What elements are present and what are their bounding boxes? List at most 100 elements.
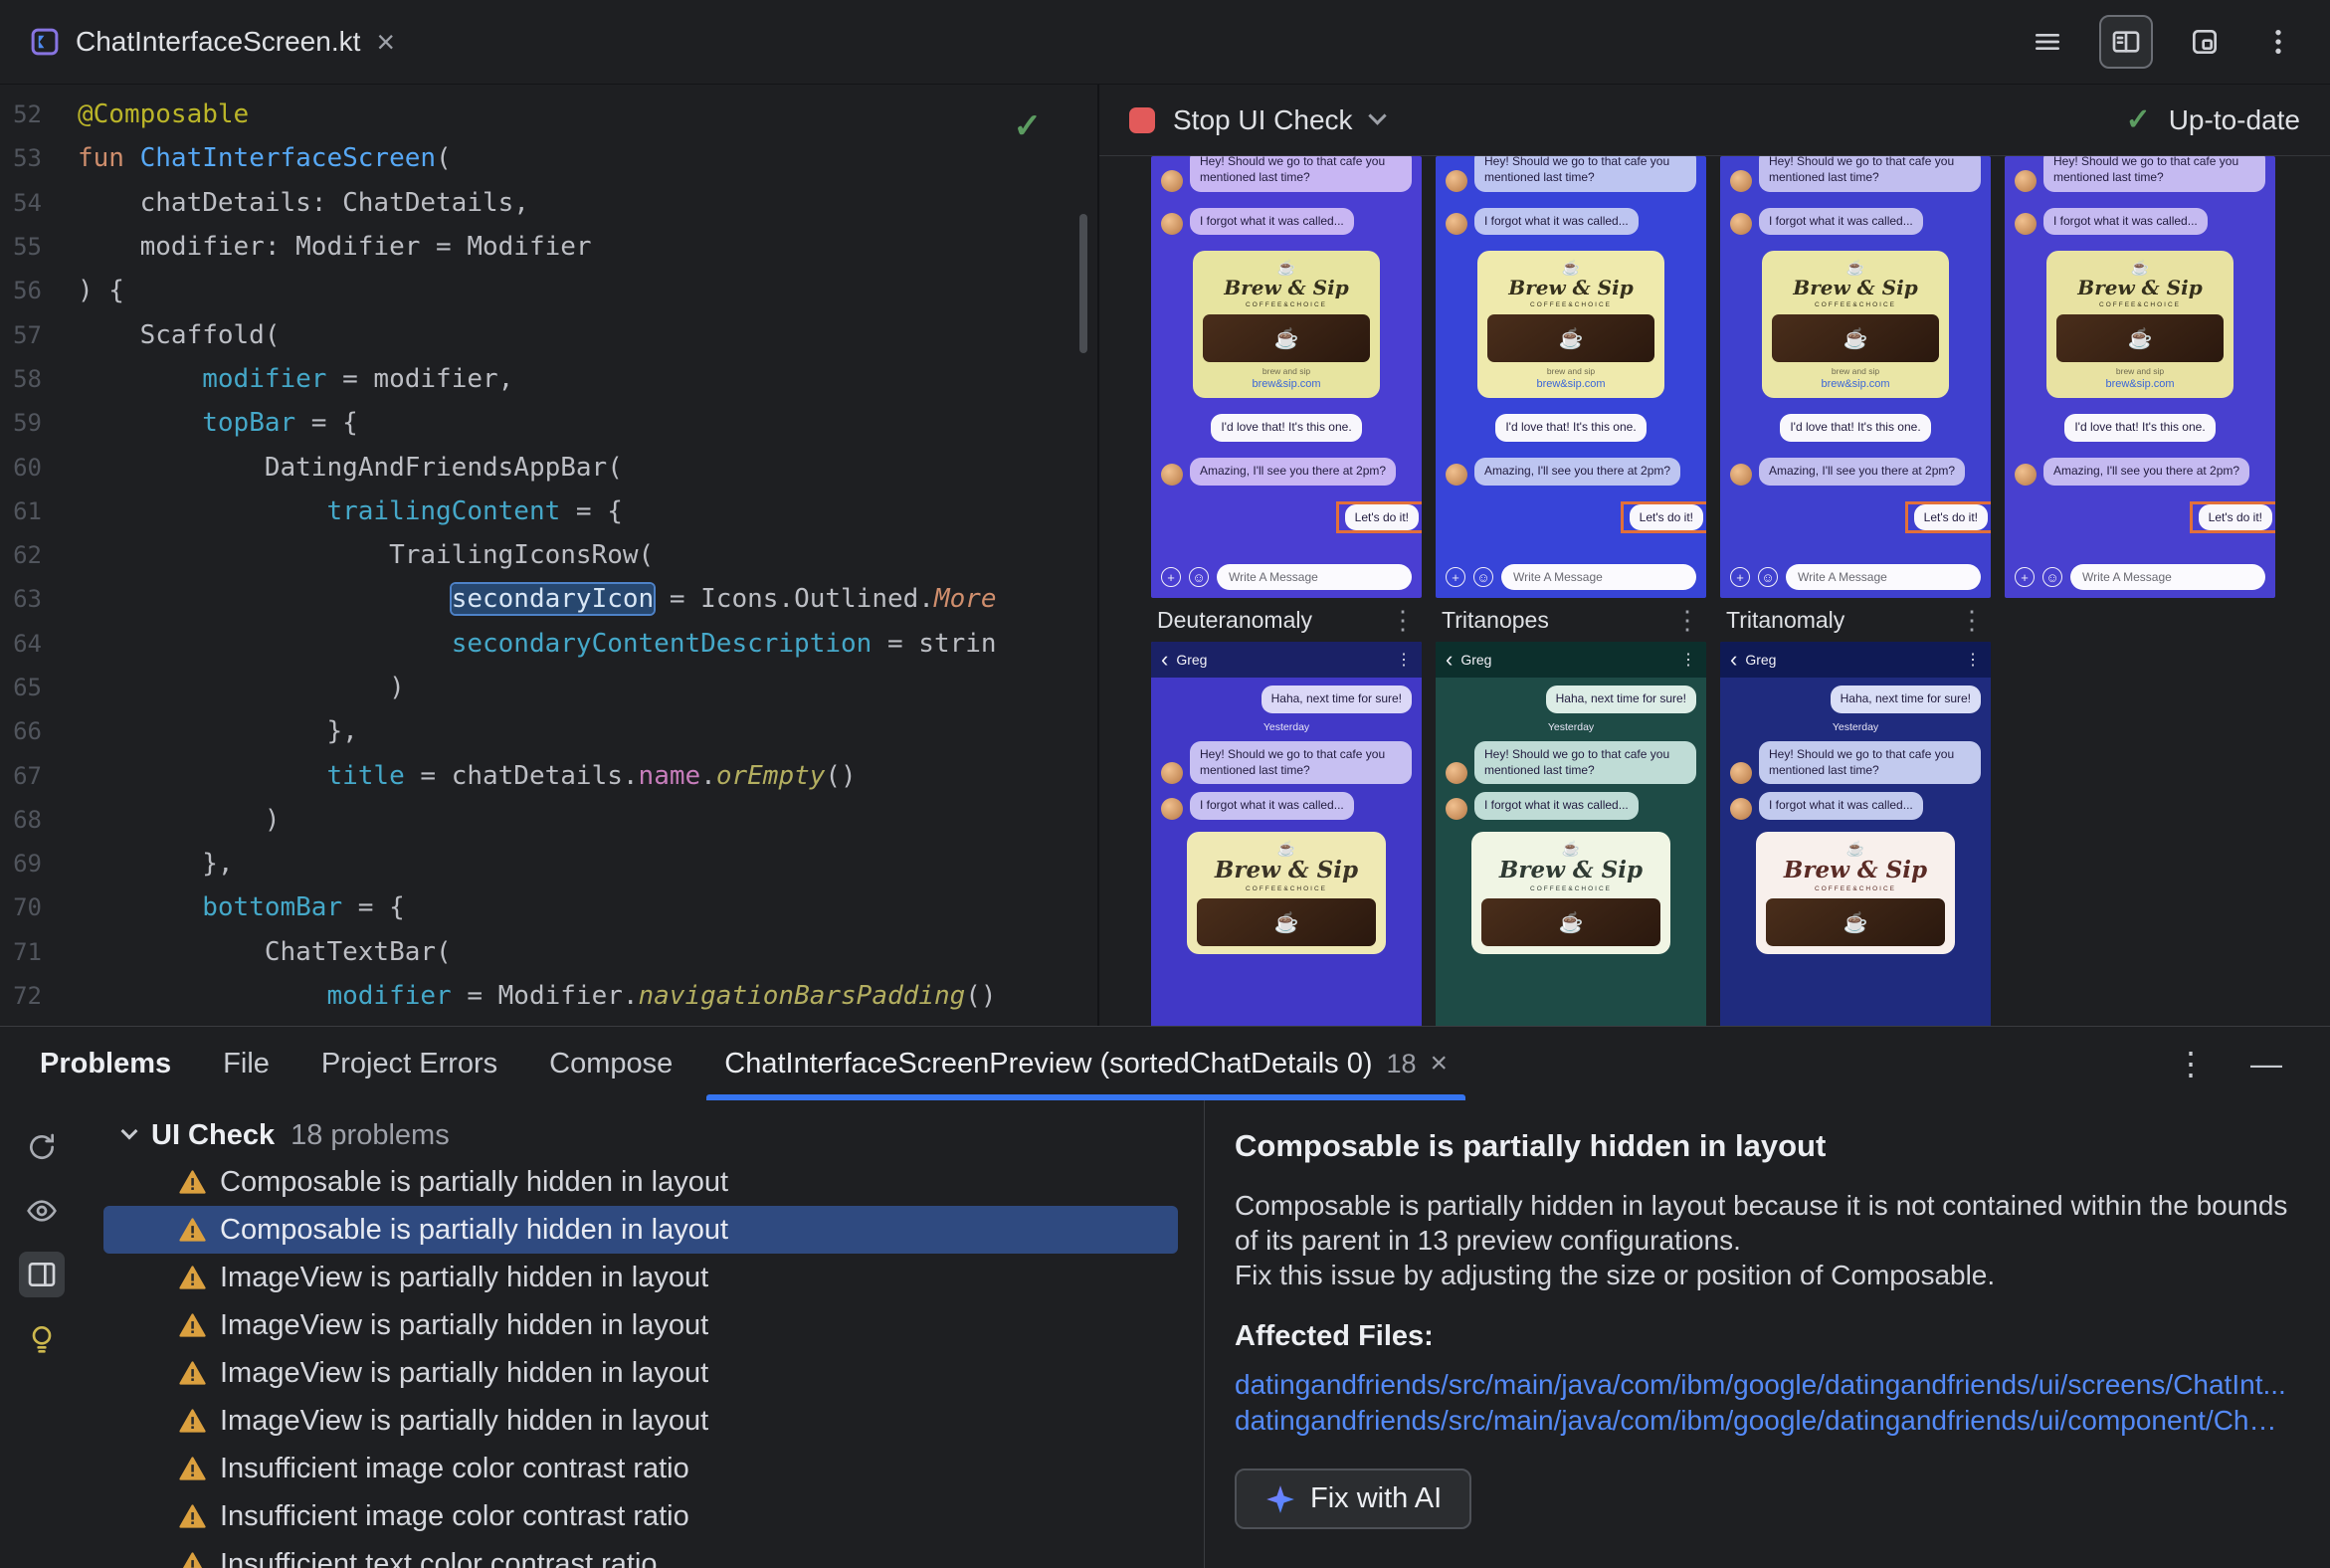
code-text[interactable]: ChatTextBar( <box>78 937 452 967</box>
line-number[interactable]: 65 <box>0 674 78 701</box>
code-text[interactable]: bottomBar = { <box>78 892 405 922</box>
rerun-icon[interactable] <box>19 1124 65 1170</box>
line-number[interactable]: 60 <box>0 454 78 482</box>
preview-menu-icon[interactable]: ⋮ <box>1959 605 1985 636</box>
code-text[interactable]: topBar = { <box>78 408 358 438</box>
chevron-down-icon[interactable] <box>1367 106 1387 125</box>
collapse-chevron-icon[interactable] <box>120 1122 138 1140</box>
line-number[interactable]: 58 <box>0 365 78 393</box>
code-line[interactable]: 68 ) <box>0 798 1097 842</box>
line-number[interactable]: 71 <box>0 938 78 966</box>
code-editor[interactable]: 52 @Composable 53 fun ChatInterfaceScree… <box>0 85 1097 1026</box>
details-layout-icon[interactable] <box>19 1252 65 1297</box>
code-text[interactable]: Scaffold( <box>78 320 281 350</box>
close-tab-icon[interactable]: × <box>376 26 395 58</box>
line-number[interactable]: 64 <box>0 630 78 658</box>
code-text[interactable]: title = chatDetails.name.orEmpty() <box>78 761 856 791</box>
line-number[interactable]: 69 <box>0 850 78 878</box>
editor-tab[interactable]: ChatInterfaceScreen.kt × <box>0 0 425 84</box>
code-line[interactable]: 64 secondaryContentDescription = strin <box>0 622 1097 666</box>
code-line[interactable]: 66 }, <box>0 709 1097 753</box>
line-number[interactable]: 68 <box>0 806 78 834</box>
code-line[interactable]: 57 Scaffold( <box>0 312 1097 356</box>
preview-card[interactable]: Hey! Should we go to that cafe you menti… <box>1151 156 1422 598</box>
code-line[interactable]: 54 chatDetails: ChatDetails, <box>0 181 1097 225</box>
code-line[interactable]: 58 modifier = modifier, <box>0 357 1097 401</box>
code-line[interactable]: 62 TrailingIconsRow( <box>0 533 1097 577</box>
preview-card[interactable]: Hey! Should we go to that cafe you menti… <box>1436 156 1706 598</box>
code-line[interactable]: 67 title = chatDetails.name.orEmpty() <box>0 753 1097 797</box>
code-text[interactable]: onAddClick = <box>78 1025 513 1026</box>
line-number[interactable]: 52 <box>0 100 78 128</box>
line-number[interactable]: 59 <box>0 409 78 437</box>
open-editors-icon[interactable] <box>2026 20 2069 64</box>
code-text[interactable]: }, <box>78 716 357 746</box>
code-text[interactable]: fun ChatInterfaceScreen( <box>78 143 452 173</box>
panel-tab[interactable]: Project Errors <box>295 1027 523 1100</box>
code-line[interactable]: 70 bottomBar = { <box>0 885 1097 929</box>
preview-card[interactable]: ‹ Greg ⋮ Haha, next time for sure! Yeste… <box>1436 642 1706 1026</box>
preview-menu-icon[interactable]: ⋮ <box>1390 605 1416 636</box>
code-text[interactable]: TrailingIconsRow( <box>78 540 654 570</box>
code-text[interactable]: @Composable <box>78 99 249 129</box>
code-text[interactable]: modifier: Modifier = Modifier <box>78 232 592 262</box>
preview-problem-icon[interactable] <box>19 1188 65 1234</box>
code-line[interactable]: 69 }, <box>0 842 1097 885</box>
line-number[interactable]: 53 <box>0 144 78 172</box>
code-line[interactable]: 55 modifier: Modifier = Modifier <box>0 225 1097 269</box>
code-text[interactable]: DatingAndFriendsAppBar( <box>78 453 623 483</box>
code-line[interactable]: 65 ) <box>0 666 1097 709</box>
code-line[interactable]: 61 trailingContent = { <box>0 490 1097 533</box>
code-text[interactable]: ) { <box>78 276 124 305</box>
panel-tab[interactable]: ChatInterfaceScreenPreview (sortedChatDe… <box>698 1027 1473 1100</box>
split-preview-icon[interactable] <box>2099 15 2153 69</box>
code-text[interactable]: secondaryContentDescription = strin <box>78 629 997 659</box>
affected-file-link[interactable]: datingandfriends/src/main/java/com/ibm/g… <box>1235 1403 2290 1439</box>
problem-row[interactable]: ImageView is partially hidden in layout <box>103 1397 1178 1445</box>
code-line[interactable]: 60 DatingAndFriendsAppBar( <box>0 445 1097 489</box>
preview-card[interactable]: ‹ Greg ⋮ Haha, next time for sure! Yeste… <box>1720 642 1991 1026</box>
line-number[interactable]: 54 <box>0 189 78 217</box>
line-number[interactable]: 70 <box>0 893 78 921</box>
preview-card[interactable]: Hey! Should we go to that cafe you menti… <box>1720 156 1991 598</box>
preview-menu-icon[interactable]: ⋮ <box>1674 605 1700 636</box>
problem-row[interactable]: Insufficient image color contrast ratio <box>103 1445 1178 1492</box>
more-actions-icon[interactable] <box>2256 20 2300 64</box>
problem-row[interactable]: Insufficient image color contrast ratio <box>103 1492 1178 1540</box>
panel-tab[interactable]: Problems <box>14 1027 197 1100</box>
problem-row[interactable]: ImageView is partially hidden in layout <box>103 1254 1178 1301</box>
code-text[interactable]: secondaryIcon = Icons.Outlined.More <box>78 584 997 615</box>
code-text[interactable]: modifier = modifier, <box>78 364 513 394</box>
code-text[interactable]: trailingContent = { <box>78 496 622 526</box>
stop-icon[interactable] <box>1129 106 1155 133</box>
window-mode-icon[interactable] <box>2183 20 2227 64</box>
stop-ui-check-label[interactable]: Stop UI Check <box>1173 104 1353 136</box>
line-number[interactable]: 61 <box>0 497 78 525</box>
line-number[interactable]: 72 <box>0 982 78 1010</box>
code-text[interactable]: modifier = Modifier.navigationBarsPaddin… <box>78 981 996 1011</box>
line-number[interactable]: 56 <box>0 277 78 304</box>
line-number[interactable]: 63 <box>0 585 78 613</box>
code-text[interactable]: chatDetails: ChatDetails, <box>78 188 529 218</box>
preview-card[interactable]: Hey! Should we go to that cafe you menti… <box>2005 156 2275 598</box>
problem-row[interactable]: ImageView is partially hidden in layout <box>103 1349 1178 1397</box>
code-text[interactable]: }, <box>78 849 233 879</box>
problem-row[interactable]: ImageView is partially hidden in layout <box>103 1301 1178 1349</box>
code-line[interactable]: 72 modifier = Modifier.navigationBarsPad… <box>0 974 1097 1018</box>
editor-scrollbar[interactable] <box>1079 214 1087 353</box>
panel-options-icon[interactable]: ⋮ <box>2175 1045 2207 1082</box>
problem-row[interactable]: Composable is partially hidden in layout <box>103 1158 1178 1206</box>
code-line[interactable]: 53 fun ChatInterfaceScreen( <box>0 136 1097 180</box>
minimize-panel-icon[interactable]: — <box>2250 1046 2282 1082</box>
line-number[interactable]: 57 <box>0 321 78 349</box>
code-text[interactable]: ) <box>78 805 281 835</box>
code-line[interactable]: 59 topBar = { <box>0 401 1097 445</box>
panel-tab[interactable]: File <box>197 1027 295 1100</box>
preview-card[interactable]: ‹ Greg ⋮ Haha, next time for sure! Yeste… <box>1151 642 1422 1026</box>
problem-row[interactable]: Composable is partially hidden in layout <box>103 1206 1178 1254</box>
preview-grid[interactable]: Hey! Should we go to that cafe you menti… <box>1099 156 2330 1026</box>
code-text[interactable]: ) <box>78 673 405 702</box>
line-number[interactable]: 66 <box>0 717 78 745</box>
code-lines[interactable]: 52 @Composable 53 fun ChatInterfaceScree… <box>0 93 1097 1026</box>
code-line[interactable]: 63 secondaryIcon = Icons.Outlined.More <box>0 577 1097 621</box>
